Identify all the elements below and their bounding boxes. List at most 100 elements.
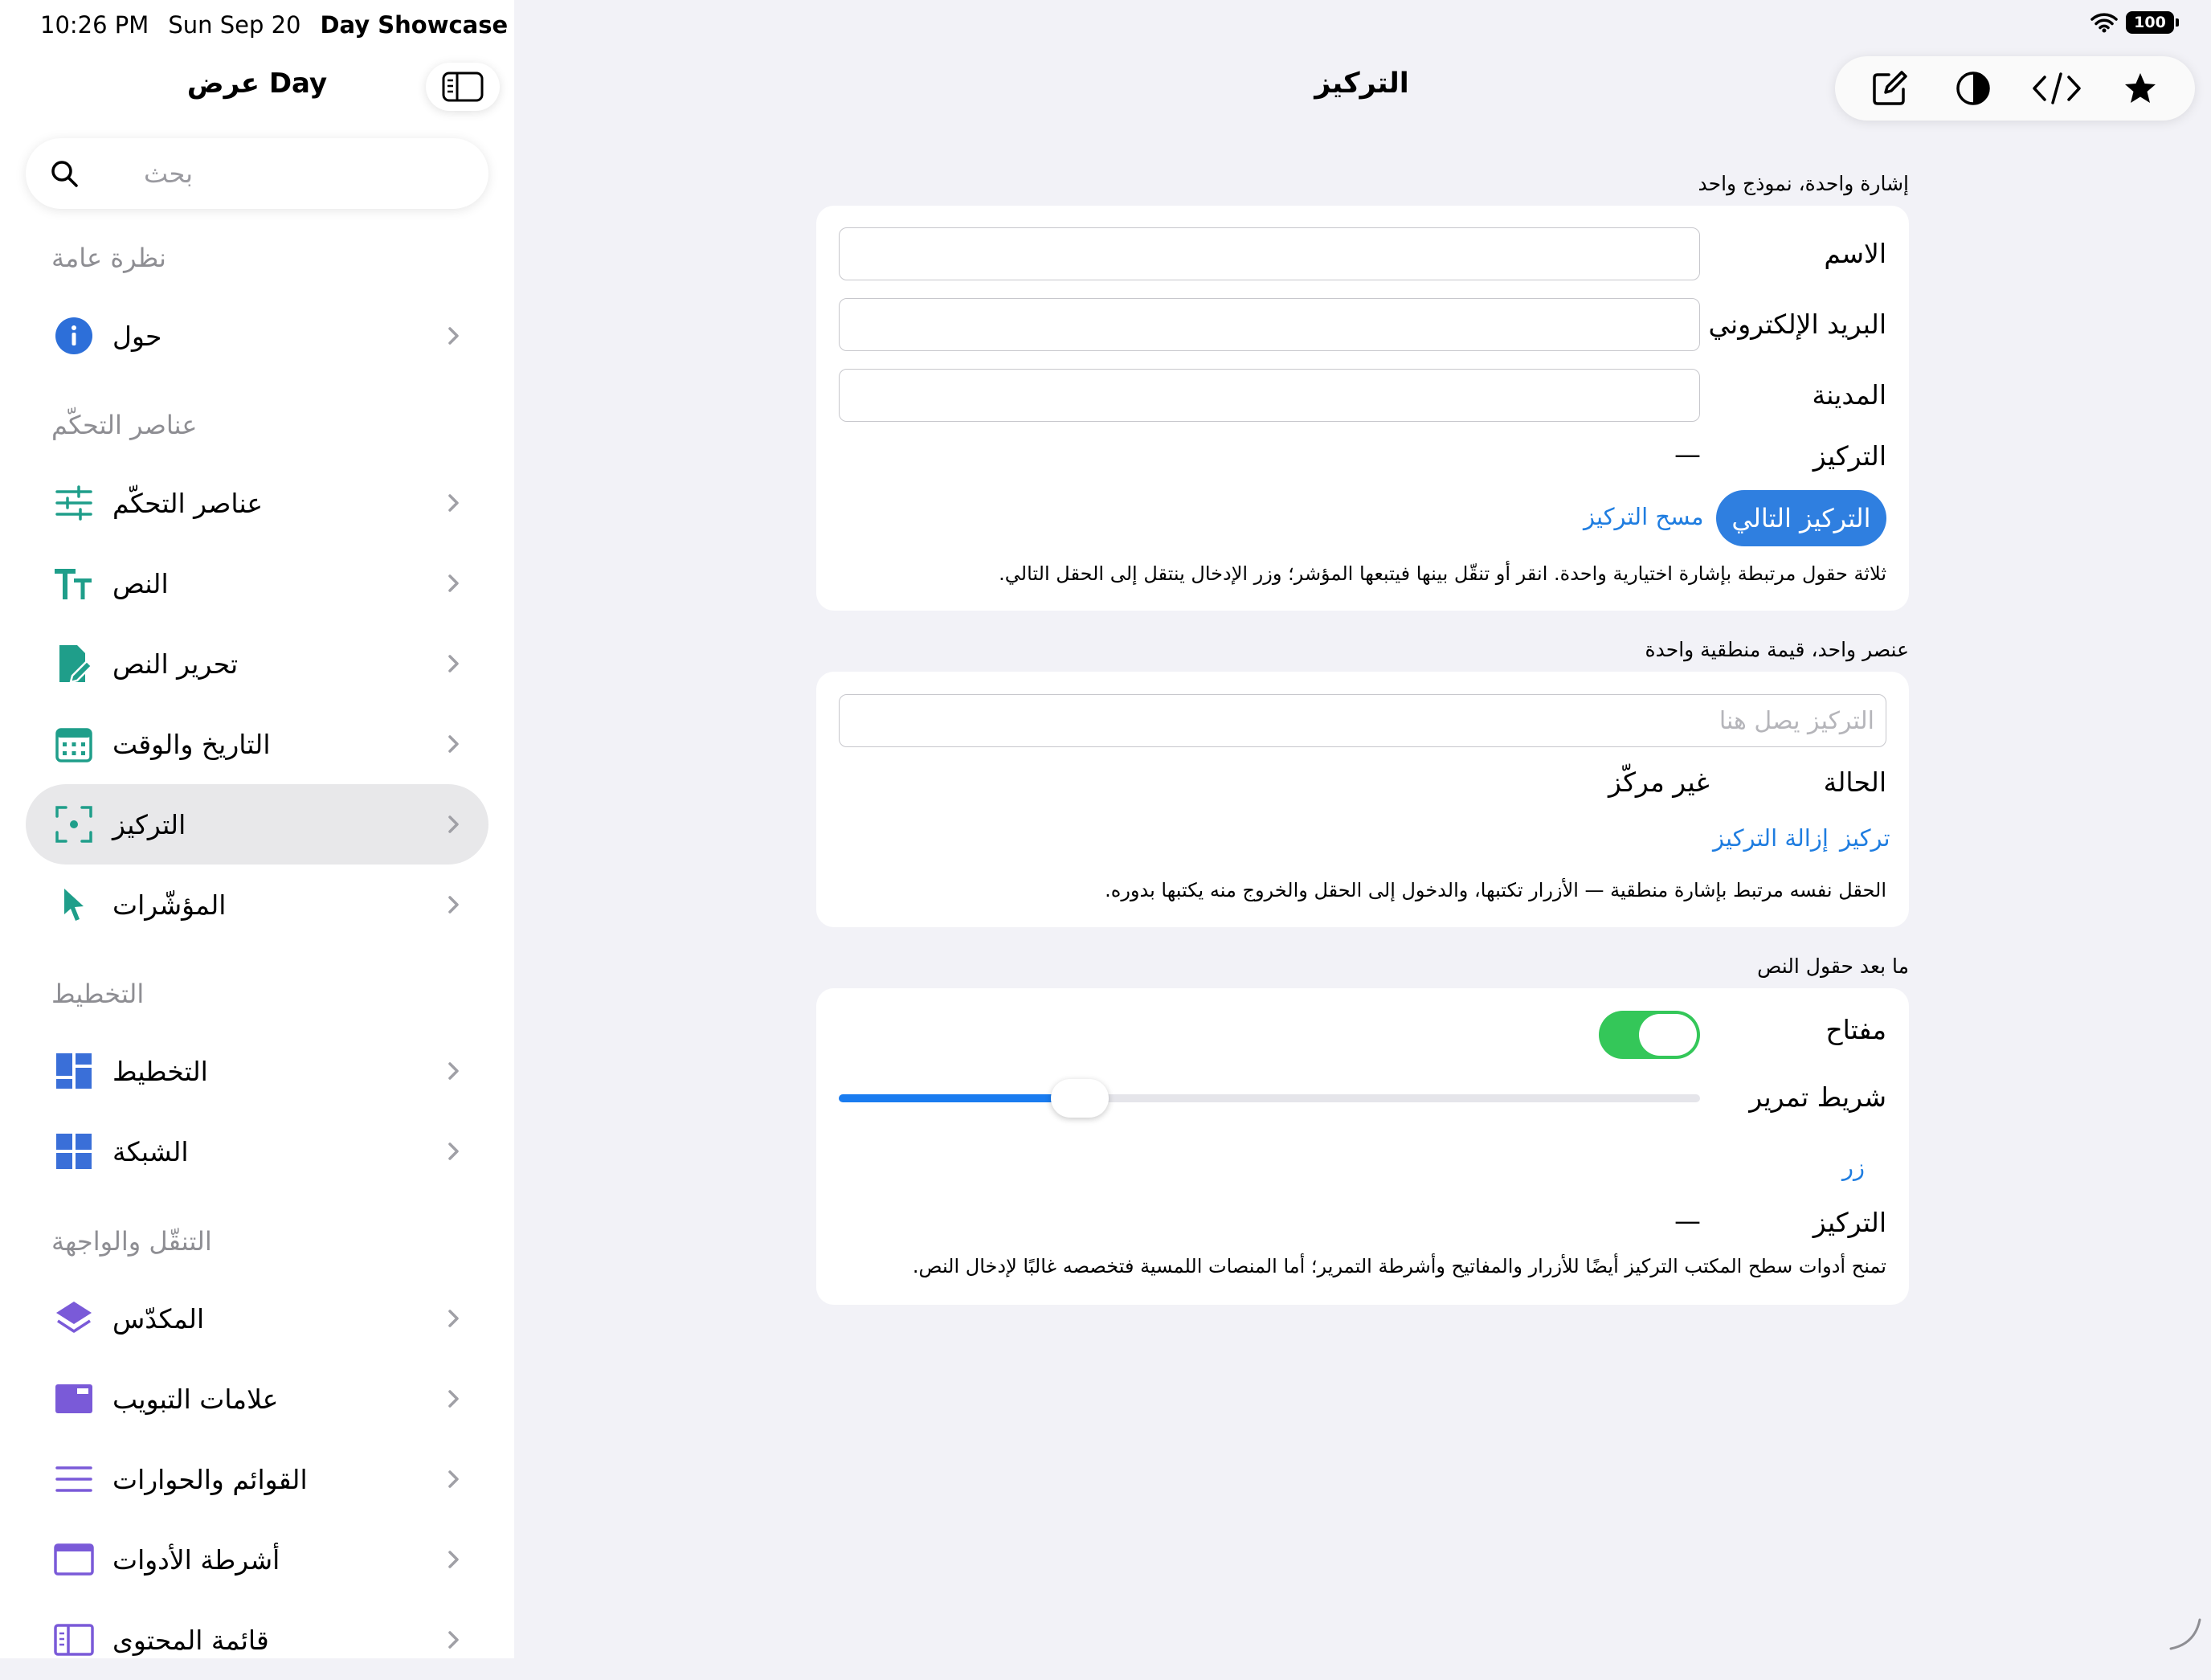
- sidebar-item-label: المؤشّرات: [112, 889, 227, 921]
- compose-button[interactable]: [1862, 60, 1918, 116]
- sidebar-item-layout[interactable]: التخطيط: [26, 1031, 488, 1111]
- next-focus-button[interactable]: التركيز التالي: [1716, 490, 1886, 546]
- sidebar-item-label: التخطيط: [112, 1055, 208, 1087]
- toggle-label: مفتاح: [1825, 1014, 1886, 1045]
- sidebar-item-lists-dialogs[interactable]: القوائم والحوارات: [26, 1439, 488, 1519]
- chevron-right-icon: [445, 1467, 464, 1491]
- sidebar-item-tabs[interactable]: علامات التبويب: [26, 1359, 488, 1439]
- sidebar-item-pointers[interactable]: المؤشّرات: [26, 865, 488, 945]
- appearance-button[interactable]: [1945, 60, 2001, 116]
- sidebar-item-label: التاريخ والوقت: [112, 728, 271, 760]
- state-value: غير مركّز: [1608, 766, 1710, 798]
- sidebar-item-controls[interactable]: عناصر التحكّم: [26, 463, 488, 543]
- sidebar-item-content-list[interactable]: قائمة المحتوى: [26, 1600, 488, 1680]
- sidebar-item-label: التركيز: [112, 808, 186, 840]
- sidebar-item-about[interactable]: حول: [26, 296, 488, 376]
- focus-state-value: —: [1674, 439, 1701, 470]
- document-edit-icon: [53, 643, 95, 685]
- sidebar-item-label: تحرير النص: [112, 648, 239, 680]
- sliders-icon: [53, 482, 95, 524]
- focus-state-label: التركيز: [1813, 440, 1886, 472]
- star-icon: [2125, 73, 2156, 103]
- section-header-overview: نظرة عامة: [51, 243, 166, 273]
- chevron-right-icon: [445, 1387, 464, 1411]
- window-icon: [53, 1539, 95, 1580]
- chevron-right-icon: [445, 324, 464, 348]
- status-time: 10:26 PM: [40, 11, 149, 39]
- sidebar-toggle-button[interactable]: [426, 63, 500, 111]
- plain-button[interactable]: زر: [1842, 1154, 1865, 1181]
- chevron-right-icon: [445, 1547, 464, 1572]
- focus-target-field[interactable]: [839, 694, 1886, 747]
- sidebar-item-label: أشرطة الأدوات: [112, 1543, 280, 1576]
- unfocus-link[interactable]: إزالة التركيز: [1713, 824, 1829, 852]
- slider-fill: [839, 1094, 1081, 1102]
- group-caption: ما بعد حقول النص: [1757, 954, 1909, 978]
- single-field-note: الحقل نفسه مرتبط بإشارة منطقية — الأزرار…: [1105, 879, 1886, 901]
- favorite-button[interactable]: [2112, 60, 2168, 116]
- sidebar-item-label: حول: [112, 320, 162, 352]
- code-icon: [2033, 72, 2081, 104]
- name-label: الاسم: [1824, 238, 1886, 269]
- beyond-text-fields-card: مفتاح شريط تمرير زر التركيز — تمنح أدوات…: [816, 988, 1909, 1305]
- resize-grip-icon[interactable]: [2168, 1617, 2203, 1652]
- sidebar-item-label: عناصر التحكّم: [112, 487, 264, 519]
- sidebar-item-text[interactable]: النص: [26, 543, 488, 623]
- search-input[interactable]: [95, 157, 194, 190]
- focus-state-label: التركيز: [1813, 1207, 1886, 1238]
- sidebar-item-label: المكدّس: [112, 1302, 205, 1335]
- sidebar-item-label: قائمة المحتوى: [112, 1624, 269, 1656]
- name-field[interactable]: [839, 227, 1700, 280]
- focus-link[interactable]: تركيز: [1840, 824, 1890, 852]
- toggle-switch[interactable]: [1599, 1011, 1700, 1059]
- slider[interactable]: [839, 1094, 1700, 1102]
- chevron-right-icon: [445, 1628, 464, 1652]
- grid-icon: [53, 1130, 95, 1172]
- viewfinder-icon: [53, 803, 95, 845]
- calendar-icon: [53, 723, 95, 765]
- chevron-right-icon: [445, 571, 464, 595]
- slider-thumb[interactable]: [1051, 1079, 1110, 1118]
- sidebar-item-grid[interactable]: الشبكة: [26, 1111, 488, 1192]
- sidebar-item-label: النص: [112, 567, 169, 599]
- page-title: التركيز: [1314, 67, 1409, 100]
- compose-icon: [1873, 71, 1907, 105]
- sidebar-item-focus[interactable]: التركيز: [26, 784, 488, 865]
- section-header-navigation: التنقّل والواجهة: [51, 1226, 212, 1257]
- status-bar-left: 10:26 PM Sun Sep 20 Day Showcase: [40, 11, 508, 39]
- clear-focus-link[interactable]: مسح التركيز: [1584, 503, 1704, 530]
- focus-state-value: —: [1674, 1205, 1701, 1236]
- chevron-right-icon: [445, 893, 464, 917]
- sidebar-item-text-editing[interactable]: تحرير النص: [26, 623, 488, 704]
- sidebar: عرض Day نظرة عامة حول عناصر التحكّم عناص…: [0, 0, 514, 1658]
- group-caption: إشارة واحدة، نموذج واحد: [1698, 172, 1909, 195]
- wifi-icon: [2090, 13, 2118, 33]
- sidebar-item-toolbars[interactable]: أشرطة الأدوات: [26, 1519, 488, 1600]
- sidebar-item-label: القوائم والحوارات: [112, 1463, 308, 1495]
- email-field[interactable]: [839, 298, 1700, 351]
- chevron-right-icon: [445, 1059, 464, 1083]
- sidebar-columns-icon: [53, 1619, 95, 1661]
- chevron-right-icon: [445, 732, 464, 756]
- status-date: Sun Sep 20: [168, 11, 301, 39]
- group-caption: عنصر واحد، قيمة منطقية واحدة: [1645, 638, 1909, 661]
- layers-icon: [53, 1298, 95, 1339]
- city-field[interactable]: [839, 369, 1700, 422]
- text-size-icon: [53, 562, 95, 604]
- toolbar: [1835, 56, 2195, 121]
- code-button[interactable]: [2029, 60, 2085, 116]
- sidebar-item-stack[interactable]: المكدّس: [26, 1278, 488, 1359]
- chevron-right-icon: [445, 652, 464, 676]
- contrast-icon: [1956, 72, 1990, 105]
- status-bar-right: 100: [2090, 11, 2179, 34]
- section-header-layout: التخطيط: [51, 979, 145, 1009]
- city-label: المدينة: [1812, 379, 1886, 411]
- search-field[interactable]: [26, 138, 488, 209]
- cursor-arrow-icon: [53, 884, 95, 926]
- form-note: ثلاثة حقول مرتبطة بإشارة اختيارية واحدة.…: [999, 562, 1886, 585]
- status-app-name: Day Showcase: [320, 11, 509, 39]
- sidebar-item-date-time[interactable]: التاريخ والوقت: [26, 704, 488, 784]
- battery-indicator: 100: [2126, 11, 2179, 34]
- search-icon: [51, 161, 78, 187]
- tabs-icon: [53, 1378, 95, 1420]
